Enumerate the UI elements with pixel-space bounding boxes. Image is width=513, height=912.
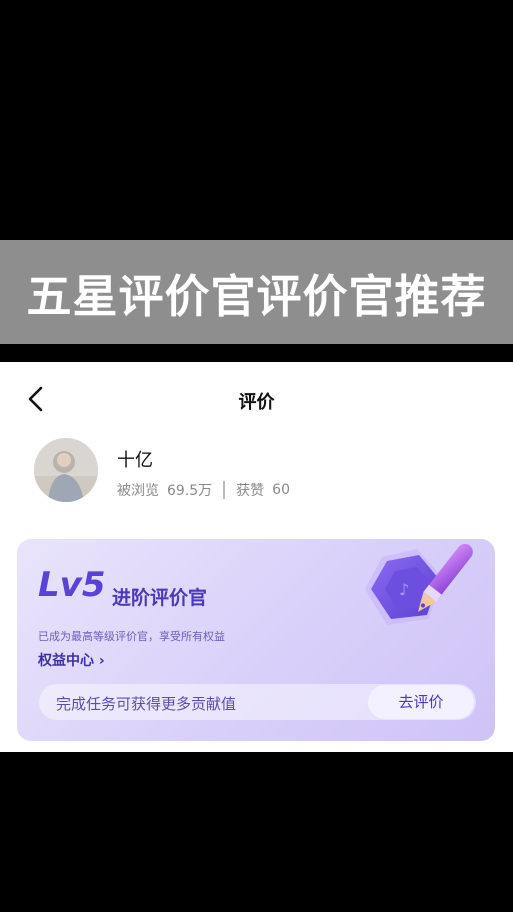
review-panel: 评价 十亿 被浏览 69.5万 获赞 60 Lv5 进阶评价官 已成为最高等级评…: [0, 362, 513, 752]
rights-center-link[interactable]: 权益中心 ›: [38, 650, 105, 670]
go-review-button[interactable]: 去评价: [368, 685, 474, 719]
svg-text:♪: ♪: [399, 580, 409, 599]
stats-divider: [223, 481, 226, 499]
task-text: 完成任务可获得更多贡献值: [56, 695, 237, 713]
likes-value: 60: [272, 482, 290, 498]
level-card: Lv5 进阶评价官 已成为最高等级评价官，享受所有权益 权益中心 › ♪ 完成任…: [17, 539, 495, 741]
views-label: 被浏览: [117, 483, 159, 499]
level-label: Lv5: [38, 565, 106, 605]
chevron-right-icon: ›: [98, 653, 105, 669]
avatar[interactable]: [34, 438, 98, 502]
user-name: 十亿: [117, 450, 153, 471]
rights-link-label: 权益中心: [38, 653, 94, 669]
pen-badge-icon: ♪: [365, 543, 473, 625]
page-title: 评价: [238, 392, 275, 413]
task-bar: 完成任务可获得更多贡献值 去评价: [39, 684, 476, 720]
title-banner: 五星评价官评价官推荐: [0, 240, 513, 344]
level-description: 已成为最高等级评价官，享受所有权益: [38, 630, 225, 643]
banner-text: 五星评价官评价官推荐: [26, 269, 487, 323]
level-title: 进阶评价官: [112, 587, 208, 609]
likes-label: 获赞: [236, 483, 265, 499]
profile-stats: 被浏览 69.5万 获赞 60: [117, 480, 290, 500]
views-value: 69.5万: [167, 483, 213, 499]
